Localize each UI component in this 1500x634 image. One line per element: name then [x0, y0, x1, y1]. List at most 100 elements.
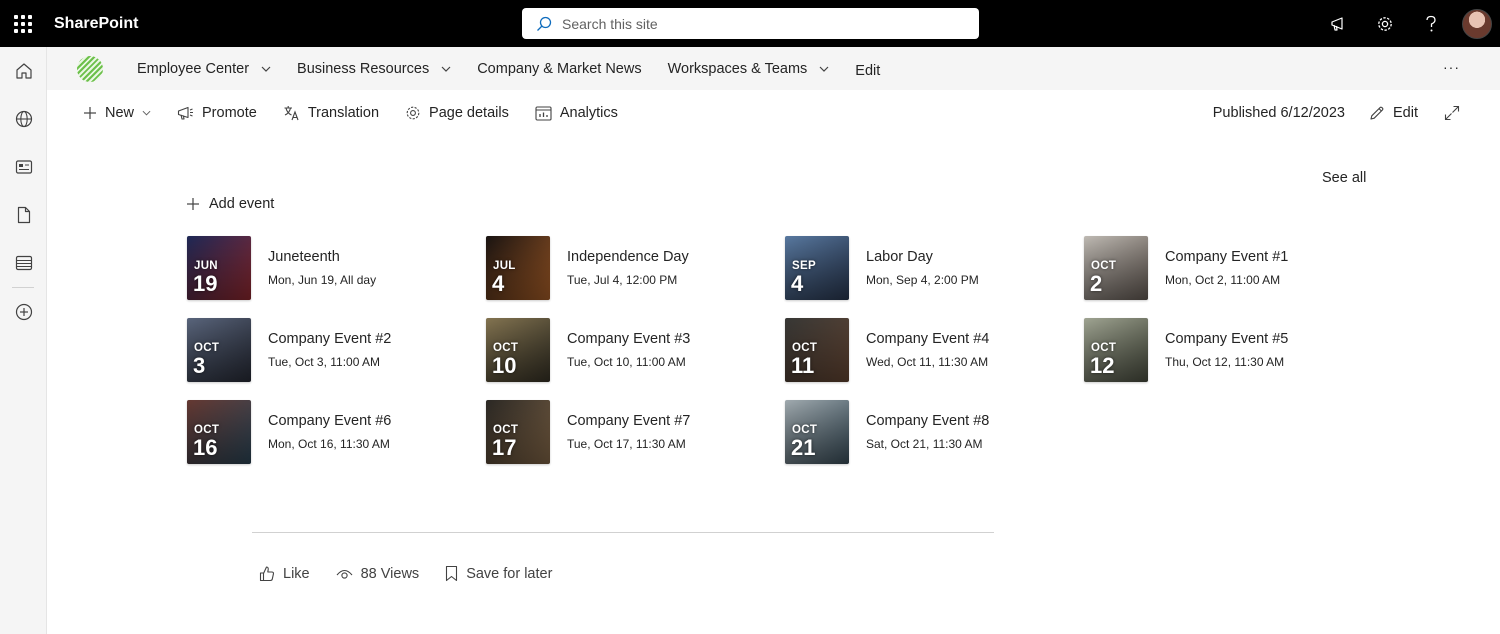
event-thumbnail: OCT 17: [486, 400, 550, 464]
event-day: 3: [193, 353, 206, 378]
chevron-down-icon: [142, 110, 151, 116]
event-thumbnail: OCT 12: [1084, 318, 1148, 382]
event-card[interactable]: OCT 12 Company Event #5 Thu, Oct 12, 11:30 …: [1084, 318, 1374, 382]
event-title[interactable]: Company Event #8: [866, 413, 989, 429]
nav-edit-link[interactable]: Edit: [855, 63, 880, 79]
app-launcher-button[interactable]: [0, 0, 46, 47]
event-date: Wed, Oct 11, 11:30 AM: [866, 355, 989, 369]
event-title[interactable]: Company Event #6: [268, 413, 391, 429]
promote-button[interactable]: Promote: [177, 105, 257, 121]
event-title[interactable]: Juneteenth: [268, 249, 376, 265]
event-thumbnail: OCT 11: [785, 318, 849, 382]
create-icon[interactable]: [0, 292, 47, 332]
nav-item-employee-center[interactable]: Employee Center: [137, 61, 271, 77]
event-thumbnail: SEP 4: [785, 236, 849, 300]
event-title[interactable]: Company Event #7: [567, 413, 690, 429]
analytics-button[interactable]: Analytics: [535, 105, 618, 121]
megaphone-icon[interactable]: [1316, 0, 1362, 47]
event-title[interactable]: Company Event #2: [268, 331, 391, 347]
event-day: 16: [193, 435, 218, 460]
event-card[interactable]: OCT 10 Company Event #3 Tue, Oct 10, 11:00 …: [486, 318, 776, 382]
event-day: 10: [492, 353, 517, 378]
nav-item-company-market-news[interactable]: Company & Market News: [477, 61, 641, 77]
event-date: Thu, Oct 12, 11:30 AM: [1165, 355, 1285, 369]
event-day: 21: [791, 435, 816, 460]
translation-label: Translation: [307, 105, 380, 121]
see-all-link[interactable]: See all: [1322, 170, 1366, 186]
expand-button[interactable]: [1444, 105, 1468, 121]
divider: [252, 532, 994, 533]
page-details-button[interactable]: Page details: [405, 105, 509, 121]
nav-item-workspaces-teams[interactable]: Workspaces & Teams: [668, 61, 830, 77]
nav-item-label: Workspaces & Teams: [667, 60, 808, 77]
event-card[interactable]: OCT 3 Company Event #2 Tue, Oct 3, 11:00 AM: [187, 318, 477, 382]
event-card[interactable]: JUN 19 Juneteenth Mon, Jun 19, All day: [187, 236, 477, 300]
event-date: Mon, Jun 19, All day: [268, 273, 377, 287]
add-event-button[interactable]: Add event: [186, 196, 274, 212]
like-label: Like: [283, 565, 310, 582]
list-icon[interactable]: [0, 243, 47, 283]
save-label: Save for later: [466, 565, 553, 582]
edit-button[interactable]: Edit: [1369, 105, 1418, 121]
event-day: 4: [492, 271, 505, 296]
site-logo[interactable]: [77, 55, 103, 82]
event-card[interactable]: OCT 2 Company Event #1 Mon, Oct 2, 11:00 AM: [1084, 236, 1374, 300]
search-box[interactable]: [522, 8, 979, 39]
gear-icon[interactable]: [1362, 0, 1408, 47]
analytics-icon: [535, 105, 552, 121]
event-title[interactable]: Company Event #1: [1165, 249, 1288, 265]
add-icon: [187, 198, 199, 210]
globe-icon[interactable]: [0, 99, 47, 139]
site-navigation: Employee Center Business Resources Compa…: [47, 47, 1500, 90]
home-icon[interactable]: [0, 51, 47, 91]
event-date: Mon, Oct 16, 11:30 AM: [268, 437, 390, 451]
event-title[interactable]: Labor Day: [866, 249, 979, 265]
thumbs-up-icon: [259, 566, 275, 582]
app-name[interactable]: SharePoint: [54, 15, 138, 33]
event-date: Tue, Jul 4, 12:00 PM: [567, 273, 678, 287]
help-icon[interactable]: [1408, 0, 1454, 47]
page-details-label: Page details: [429, 105, 509, 121]
command-bar: New Promote Translation Page details Ana…: [47, 90, 1500, 136]
event-day: 11: [791, 353, 815, 378]
expand-icon: [1444, 105, 1460, 121]
event-card[interactable]: OCT 17 Company Event #7 Tue, Oct 17, 11:30 …: [486, 400, 776, 464]
event-thumbnail: JUL 4: [486, 236, 550, 300]
event-card[interactable]: OCT 21 Company Event #8 Sat, Oct 21, 11:30 …: [785, 400, 1075, 464]
more-options-button[interactable]: ···: [1443, 59, 1460, 75]
event-thumbnail: OCT 3: [187, 318, 251, 382]
event-card[interactable]: OCT 11 Company Event #4 Wed, Oct 11, 11:30 …: [785, 318, 1075, 382]
chevron-down-icon: [441, 66, 451, 72]
event-date: Mon, Sep 4, 2:00 PM: [866, 273, 979, 287]
new-button[interactable]: New: [83, 105, 151, 121]
save-for-later-button[interactable]: Save for later: [445, 565, 552, 582]
avatar[interactable]: [1462, 8, 1492, 39]
event-title[interactable]: Company Event #3: [567, 331, 690, 347]
edit-label: Edit: [1393, 105, 1418, 121]
left-app-bar: [0, 47, 47, 634]
event-title[interactable]: Company Event #4: [866, 331, 989, 347]
document-icon[interactable]: [0, 195, 47, 235]
bookmark-icon: [446, 565, 458, 582]
event-title[interactable]: Independence Day: [567, 249, 689, 265]
event-date: Mon, Oct 2, 11:00 AM: [1165, 273, 1281, 287]
event-card[interactable]: OCT 16 Company Event #6 Mon, Oct 16, 11:30 …: [187, 400, 477, 464]
nav-item-business-resources[interactable]: Business Resources: [297, 61, 451, 77]
views-count: 88 Views: [336, 566, 419, 582]
search-input[interactable]: [562, 15, 962, 32]
rail-divider: [12, 287, 34, 288]
event-day: 19: [193, 271, 218, 296]
gear-icon: [406, 106, 420, 120]
add-icon: [84, 107, 96, 119]
like-button[interactable]: Like: [259, 565, 310, 582]
news-icon[interactable]: [0, 147, 47, 187]
event-card[interactable]: SEP 4 Labor Day Mon, Sep 4, 2:00 PM: [785, 236, 1075, 300]
chevron-down-icon: [261, 66, 271, 72]
event-day: 17: [492, 435, 517, 460]
event-card[interactable]: JUL 4 Independence Day Tue, Jul 4, 12:00 PM: [486, 236, 776, 300]
event-day: 12: [1090, 353, 1115, 378]
event-thumbnail: OCT 21: [785, 400, 849, 464]
translation-button[interactable]: Translation: [283, 105, 379, 121]
pencil-icon: [1370, 106, 1384, 120]
event-title[interactable]: Company Event #5: [1165, 331, 1288, 347]
